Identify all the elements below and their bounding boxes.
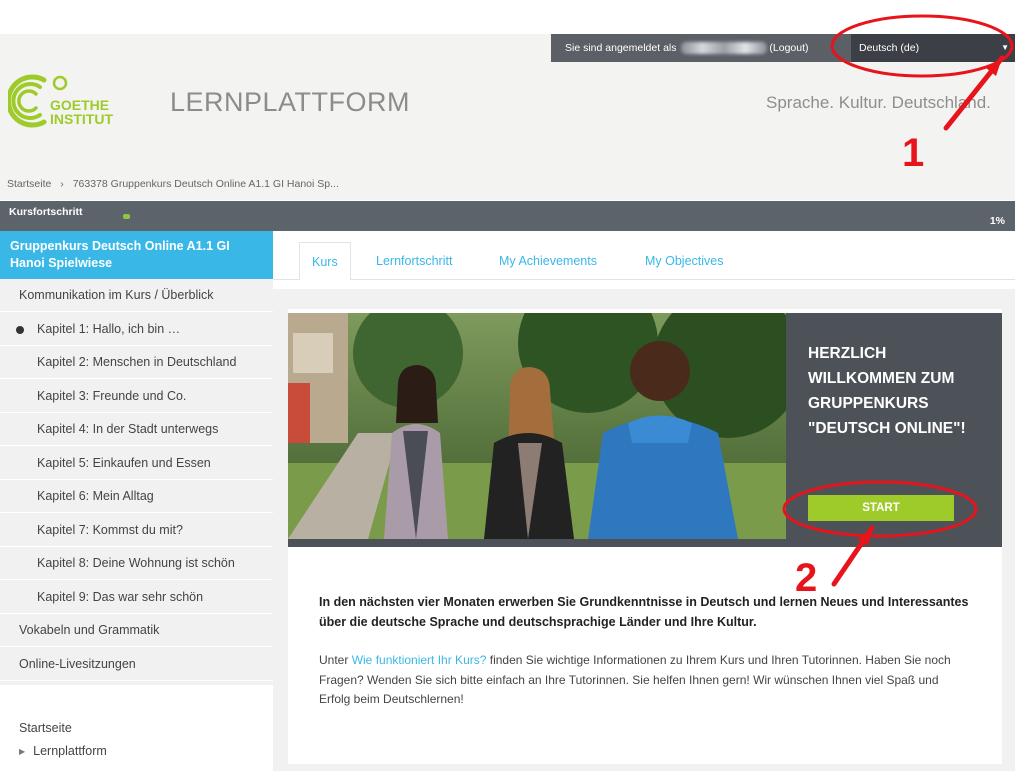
page-header: Sie sind angemeldet als (Logout) Deutsch…	[0, 0, 1015, 200]
tab-kurs[interactable]: Kurs	[299, 242, 351, 280]
sidebar-item-kapitel-1[interactable]: Kapitel 1: Hallo, ich bin …	[0, 313, 273, 346]
main-content: Kurs Lernfortschritt My Achievements My …	[273, 231, 1015, 771]
start-button[interactable]: START	[808, 495, 954, 521]
intro-heading-text: In den nächsten vier Monaten erwerben Si…	[319, 595, 969, 629]
sidebar-item-kapitel-8[interactable]: Kapitel 8: Deine Wohnung ist schön	[0, 547, 273, 580]
course-tabs: Kurs Lernfortschritt My Achievements My …	[273, 231, 1015, 289]
redacted-username	[681, 42, 768, 55]
chevron-down-icon: ▼	[1001, 43, 1009, 52]
sidebar-item-livesitzungen[interactable]: Online-Livesitzungen	[0, 648, 273, 681]
user-bar: Sie sind angemeldet als (Logout)	[551, 34, 853, 62]
intro-paragraph: Unter Wie funktioniert Ihr Kurs? finden …	[319, 653, 951, 706]
course-progress-bar: Kursfortschritt 1%	[0, 201, 1015, 231]
welcome-card: HERZLICH WILLKOMMEN ZUM GRUPPENKURS "DEU…	[288, 309, 1002, 764]
sidebar-item-kapitel-4[interactable]: Kapitel 4: In der Stadt unterwegs	[0, 413, 273, 446]
welcome-banner: HERZLICH WILLKOMMEN ZUM GRUPPENKURS "DEU…	[288, 313, 1002, 547]
sidebar-item-kapitel-6[interactable]: Kapitel 6: Mein Alltag	[0, 480, 273, 513]
sidebar-item-kommunikation[interactable]: Kommunikation im Kurs / Überblick	[0, 279, 273, 312]
tab-lernfortschritt[interactable]: Lernfortschritt	[376, 242, 452, 280]
sidebar-course-title[interactable]: Gruppenkurs Deutsch Online A1.1 GI Hanoi…	[0, 231, 273, 279]
sidebar-footer-platform[interactable]: ▶ Lernplattform	[19, 744, 107, 758]
course-panel: HERZLICH WILLKOMMEN ZUM GRUPPENKURS "DEU…	[273, 289, 1015, 771]
tab-my-achievements[interactable]: My Achievements	[499, 242, 597, 280]
triangle-right-icon: ▶	[19, 747, 26, 756]
sidebar-footer-home[interactable]: Startseite	[19, 721, 72, 735]
progress-percent: 1%	[989, 215, 1005, 227]
page: Sie sind angemeldet als (Logout) Deutsch…	[0, 0, 1015, 771]
logged-in-text: Sie sind angemeldet als	[565, 42, 677, 54]
slogan: Sprache. Kultur. Deutschland.	[766, 93, 991, 112]
goethe-logo-icon: GOETHE INSTITUT	[5, 74, 113, 128]
logout-link[interactable]: (Logout)	[769, 42, 808, 54]
svg-text:INSTITUT: INSTITUT	[50, 111, 113, 127]
progress-label: Kursfortschritt	[9, 206, 83, 218]
platform-title: LERNPLATTFORM	[170, 87, 411, 117]
sidebar-menu: Kommunikation im Kurs / Überblick Kapite…	[0, 279, 273, 685]
progress-indicator	[123, 214, 130, 219]
breadcrumb: Startseite › 763378 Gruppenkurs Deutsch …	[7, 178, 339, 190]
language-select[interactable]: Deutsch (de) ▼	[851, 34, 1015, 62]
how-course-works-link[interactable]: Wie funktioniert Ihr Kurs?	[352, 653, 487, 667]
sidebar-item-kapitel-2[interactable]: Kapitel 2: Menschen in Deutschland	[0, 346, 273, 379]
students-photo	[288, 313, 786, 539]
goethe-logo[interactable]: GOETHE INSTITUT	[5, 72, 128, 130]
current-bullet-icon	[16, 325, 24, 334]
welcome-title: HERZLICH WILLKOMMEN ZUM GRUPPENKURS "DEU…	[808, 345, 966, 437]
breadcrumb-separator: ›	[60, 178, 64, 190]
sidebar-item-vokabeln[interactable]: Vokabeln und Grammatik	[0, 614, 273, 647]
breadcrumb-current[interactable]: 763378 Gruppenkurs Deutsch Online A1.1 G…	[73, 178, 339, 190]
sidebar: Gruppenkurs Deutsch Online A1.1 GI Hanoi…	[0, 231, 273, 771]
sidebar-item-kapitel-9[interactable]: Kapitel 9: Das war sehr schön	[0, 581, 273, 614]
tab-my-objectives[interactable]: My Objectives	[645, 242, 724, 280]
language-select-value: Deutsch (de)	[859, 42, 920, 54]
sidebar-item-kapitel-3[interactable]: Kapitel 3: Freunde und Co.	[0, 380, 273, 413]
breadcrumb-home[interactable]: Startseite	[7, 178, 51, 190]
sidebar-item-kapitel-7[interactable]: Kapitel 7: Kommst du mit?	[0, 514, 273, 547]
sidebar-item-kapitel-5[interactable]: Kapitel 5: Einkaufen und Essen	[0, 447, 273, 480]
